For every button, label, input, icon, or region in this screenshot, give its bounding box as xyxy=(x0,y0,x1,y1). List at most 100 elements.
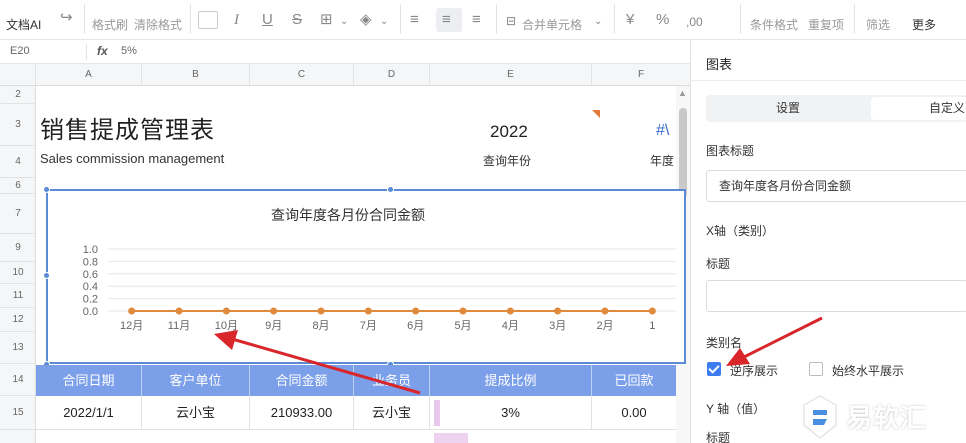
chevron-down-icon[interactable]: ⌄ xyxy=(340,14,348,30)
currency-icon[interactable]: ¥ xyxy=(626,12,634,28)
tab-custom[interactable]: 自定义 xyxy=(871,97,966,120)
y-tick-label: 0.0 xyxy=(83,306,98,318)
merge-cells-icon[interactable]: ⊟ xyxy=(506,13,516,29)
column-header[interactable]: C xyxy=(250,64,354,86)
row-header[interactable]: 13 xyxy=(0,332,36,364)
row-header[interactable]: 9 xyxy=(0,234,36,262)
resize-handle[interactable] xyxy=(387,186,394,193)
column-header[interactable]: E xyxy=(430,64,592,86)
format-brush-button[interactable]: 格式刷 xyxy=(92,16,128,33)
percent-icon[interactable]: % xyxy=(656,12,669,28)
row-header[interactable]: 10 xyxy=(0,262,36,284)
year-label-truncated[interactable]: 年度 xyxy=(650,152,674,169)
reverse-order-checkbox[interactable] xyxy=(707,362,721,376)
conditional-format-button[interactable]: 条件格式 xyxy=(750,16,798,33)
table-cell[interactable]: 0.00 xyxy=(592,396,676,430)
table-header-cell[interactable]: 合同金额 xyxy=(250,365,354,396)
row-header[interactable]: 7 xyxy=(0,194,36,234)
scroll-up-icon[interactable]: ▲ xyxy=(678,88,687,98)
table-cell[interactable]: 210933.00 xyxy=(250,396,354,430)
align-center-icon[interactable]: ≡ xyxy=(442,12,451,28)
fill-color-icon[interactable]: ◈ xyxy=(360,12,372,28)
row-header[interactable]: 14 xyxy=(0,364,36,396)
panel-heading: 图表 xyxy=(706,57,733,72)
duplicates-button[interactable]: 重复项 xyxy=(808,16,844,33)
y-title-label: 标题 xyxy=(706,431,731,443)
chart-title-label: 图表标题 xyxy=(706,144,755,158)
sheet-subtitle[interactable]: Sales commission management xyxy=(40,151,224,166)
row-header[interactable]: 11 xyxy=(0,284,36,308)
table-header-cell[interactable]: 合同日期 xyxy=(36,365,142,396)
x-tick-label: 3月 xyxy=(549,320,566,332)
chevron-down-icon[interactable]: ⌄ xyxy=(594,14,602,30)
resize-handle[interactable] xyxy=(43,186,50,193)
always-horizontal-label[interactable]: 始终水平展示 xyxy=(832,362,904,379)
resize-handle[interactable] xyxy=(43,272,50,279)
row-header[interactable]: 2 xyxy=(0,86,36,104)
clear-format-button[interactable]: 清除格式 xyxy=(134,16,182,33)
align-left-icon[interactable]: ≡ xyxy=(410,12,419,28)
table-header-cell[interactable]: 提成比例 xyxy=(430,365,592,396)
italic-icon[interactable]: I xyxy=(234,12,239,28)
row-header[interactable]: 6 xyxy=(0,178,36,194)
chevron-down-icon[interactable]: ⌄ xyxy=(380,14,388,30)
redo-icon[interactable]: ↪ xyxy=(60,10,73,26)
thousands-separator-icon[interactable]: ,00 xyxy=(686,14,703,30)
font-size-box[interactable] xyxy=(198,11,218,29)
more-button[interactable]: 更多 xyxy=(912,16,936,33)
reverse-order-label[interactable]: 逆序展示 xyxy=(730,362,778,379)
year-label[interactable]: 查询年份 xyxy=(483,152,531,169)
row-header[interactable]: 15 xyxy=(0,396,36,430)
table-header: 合同日期 客户单位 合同金额 业务员 提成比例 已回款 xyxy=(36,365,676,396)
data-bar xyxy=(434,433,468,443)
formula-input[interactable]: 5% xyxy=(121,45,137,57)
line-chart[interactable]: 1.00.80.60.40.20.012月 11月 10月 9月 8月 7月 6月 5月 4月 3… xyxy=(48,203,676,363)
x-title-input[interactable] xyxy=(706,280,966,312)
error-value[interactable]: #\ xyxy=(656,122,669,140)
row-header[interactable]: 12 xyxy=(0,308,36,332)
data-point xyxy=(317,307,325,315)
row-header[interactable]: 3 xyxy=(0,104,36,146)
table-cell[interactable]: 云小宝 xyxy=(354,396,430,430)
watermark-text: 易软汇 xyxy=(846,403,928,433)
x-title-label: 标题 xyxy=(706,257,731,271)
data-point xyxy=(128,307,136,315)
underline-icon[interactable]: U xyxy=(262,12,273,28)
filter-button[interactable]: 筛选 xyxy=(866,16,890,33)
column-header[interactable]: B xyxy=(142,64,250,86)
table-cell[interactable]: 2022/1/1 xyxy=(36,396,142,430)
always-horizontal-checkbox[interactable] xyxy=(809,362,823,376)
panel-divider xyxy=(690,80,966,81)
select-all-corner[interactable] xyxy=(0,64,36,86)
vertical-scrollbar-thumb[interactable] xyxy=(679,108,687,198)
table-row: 2022/1/1 云小宝 210933.00 云小宝 3% 0.00 xyxy=(36,396,676,430)
table-cell[interactable]: 3% xyxy=(430,396,592,430)
x-tick-label: 5月 xyxy=(454,320,471,332)
border-icon[interactable]: ⊞ xyxy=(320,12,333,28)
toolbar: 文档AI ↪ 格式刷 清除格式 I U S ⊞ ⌄ ◈ ⌄ ≡ ≡ ≡ ⊟ 合并… xyxy=(0,0,966,40)
table-header-cell[interactable]: 业务员 xyxy=(354,365,430,396)
fx-icon[interactable]: fx xyxy=(97,44,108,58)
strikethrough-icon[interactable]: S xyxy=(292,12,302,28)
table-header-cell[interactable]: 已回款 xyxy=(592,365,676,396)
merge-cells-button[interactable]: 合并单元格 xyxy=(522,16,582,33)
x-tick-label: 10月 xyxy=(215,320,238,332)
column-header[interactable]: D xyxy=(354,64,430,86)
chart-title-input[interactable]: 查询年度各月份合同金额 xyxy=(706,170,966,202)
column-headers: A B C D E F xyxy=(0,64,690,86)
table-header-cell[interactable]: 客户单位 xyxy=(142,365,250,396)
year-value[interactable]: 2022 xyxy=(490,122,528,142)
watermark-logo-icon xyxy=(803,395,837,439)
tab-settings[interactable]: 设置 xyxy=(706,95,870,122)
chart-frame[interactable]: 查询年度各月份合同金额 1.0 0.8 0.6 0.4 0.2 0.0 12月 11月 10月 9… xyxy=(46,189,686,364)
table-cell[interactable]: 云小宝 xyxy=(142,396,250,430)
y-tick-label: 1.0 xyxy=(83,244,98,256)
column-header[interactable]: A xyxy=(36,64,142,86)
data-point xyxy=(364,307,372,315)
cell-reference[interactable]: E20 xyxy=(10,45,30,57)
sheet-title[interactable]: 销售提成管理表 xyxy=(40,110,215,145)
row-header[interactable]: 4 xyxy=(0,146,36,178)
doc-ai-button[interactable]: 文档AI xyxy=(6,16,41,33)
align-right-icon[interactable]: ≡ xyxy=(472,12,481,28)
column-header[interactable]: F xyxy=(592,64,690,86)
